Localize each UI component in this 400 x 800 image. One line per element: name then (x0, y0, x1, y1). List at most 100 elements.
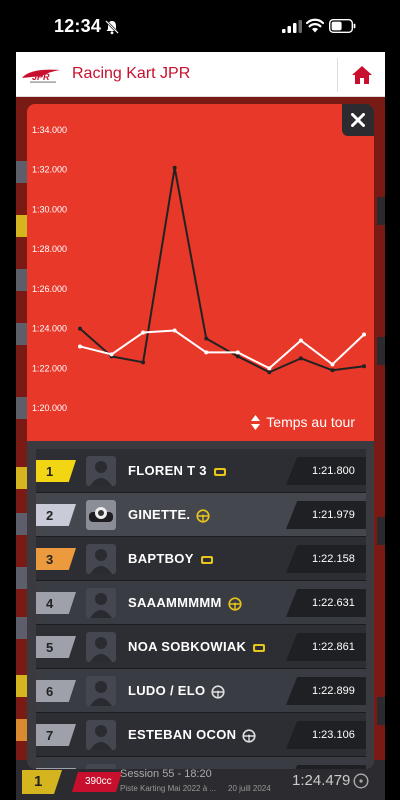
avatar-placeholder-icon (90, 725, 112, 750)
bg-row-edge (377, 517, 385, 545)
lap-time-chart: 1:34.000 1:32.000 1:30.000 1:28.000 1:26.000… (32, 125, 366, 413)
position-badge: 7 (36, 724, 76, 746)
status-bar: 12:34 (0, 0, 400, 52)
kart-icon (200, 555, 213, 564)
driver-name-text: ESTEBAN OCON (128, 727, 237, 742)
position-badge: 5 (36, 636, 76, 658)
session-date: 20 juill 2024 (228, 784, 271, 793)
session-position-badge: 1 (22, 770, 62, 794)
steering-wheel-icon (228, 596, 242, 611)
series-1-point (267, 370, 272, 375)
avatar (86, 720, 116, 750)
driver-name: GINETTE. (128, 507, 210, 523)
driver-name-text: NOA SOBKOWIAK (128, 639, 247, 654)
kart-icon (213, 467, 226, 476)
ranking-row[interactable]: 2 GINETTE. 1:21.979 (36, 493, 366, 536)
y-tick-label: 1:34.000 (32, 125, 67, 135)
home-button[interactable] (338, 52, 385, 97)
series-1-point (204, 336, 209, 341)
chart-metric-selector[interactable]: Temps au tour (251, 414, 355, 430)
lap-times-modal: 1:34.000 1:32.000 1:30.000 1:28.000 1:26.000… (27, 104, 374, 769)
info-icon[interactable] (353, 773, 369, 789)
y-tick-label: 1:26.000 (32, 284, 67, 294)
driver-name-text: SAAAMMMMM (128, 595, 222, 610)
session-track: Piste Karting Mai 2022 à ... (120, 784, 217, 793)
close-button[interactable] (342, 104, 374, 136)
svg-text:JPR: JPR (32, 72, 50, 82)
home-icon (351, 65, 372, 84)
driver-name: BAPTBOY (128, 551, 214, 567)
series-2-point (267, 366, 272, 371)
driver-name-text: LUDO / ELO (128, 683, 206, 698)
avatar-placeholder-icon (90, 461, 112, 486)
avatar (86, 500, 116, 530)
driver-name: LUDO / ELO (128, 683, 225, 699)
bg-row-edge (377, 337, 385, 365)
y-tick-label: 1:28.000 (32, 244, 67, 254)
ranking-row[interactable]: 8PATRICIA40€1:23.174 (36, 757, 366, 769)
bg-row-edge (377, 697, 385, 725)
position-badge: 8 (36, 768, 76, 769)
y-tick-label: 1:30.000 (32, 204, 67, 214)
series-line-2 (79, 329, 365, 370)
ranking-row[interactable]: 3 BAPTBOY 1:22.158 (36, 537, 366, 580)
best-lap-time: 1:21.800 (286, 457, 366, 485)
series-1-point (141, 360, 146, 365)
avatar (86, 676, 116, 706)
best-lap-time: 1:23.106 (286, 721, 366, 749)
battery-icon (329, 19, 356, 33)
lap-chart-panel: 1:34.000 1:32.000 1:30.000 1:28.000 1:26.000… (27, 104, 374, 441)
bg-row-edge (377, 197, 385, 225)
series-2-point (362, 332, 366, 337)
driver-name: NOA SOBKOWIAK (128, 639, 266, 655)
best-lap-time: 1:23.174 (286, 765, 366, 769)
avatar-placeholder-icon (90, 637, 112, 662)
wifi-icon (306, 18, 324, 33)
driver-name: ESTEBAN OCON (128, 727, 256, 743)
driver-name: FLOREN T 3 (128, 463, 227, 479)
avatar (86, 632, 116, 662)
ranking-list: 1 FLOREN T 3 1:21.800 2 GINETTE. 1:21.979 3 BAP… (36, 449, 366, 769)
jpr-logo[interactable]: JPR (20, 66, 66, 84)
bell-off-icon (105, 20, 119, 35)
best-lap-time: 1:21.979 (286, 501, 366, 529)
ranking-row[interactable]: 5 NOA SOBKOWIAK 1:22.861 (36, 625, 366, 668)
driver-name: SAAAMMMMM (128, 595, 242, 611)
signal-icon (282, 20, 302, 33)
best-lap-time: 1:22.861 (286, 633, 366, 661)
best-lap-time: 1:22.631 (286, 589, 366, 617)
series-1-point (330, 368, 335, 373)
ranking-row[interactable]: 6 LUDO / ELO 1:22.899 (36, 669, 366, 712)
avatar (86, 544, 116, 574)
y-tick-label: 1:20.000 (32, 403, 67, 413)
series-2-point (172, 328, 177, 333)
driver-name-text: GINETTE. (128, 507, 191, 522)
app-title: Racing Kart JPR (72, 65, 191, 82)
driver-name-text: FLOREN T 3 (128, 463, 207, 478)
app-header: JPR Racing Kart JPR (16, 52, 385, 97)
session-name: Session 55 - 18:20 (120, 768, 212, 780)
ranking-row[interactable]: 4 SAAAMMMMM 1:22.631 (36, 581, 366, 624)
status-time: 12:34 (54, 16, 102, 36)
position-badge: 3 (36, 548, 76, 570)
series-2-point (298, 338, 303, 343)
y-tick-label: 1:24.000 (32, 324, 67, 334)
series-1-point (298, 356, 303, 361)
avatar-placeholder-icon (86, 764, 116, 769)
series-2-point (330, 362, 335, 367)
position-badge: 1 (36, 460, 76, 482)
series-1-point (172, 165, 177, 170)
series-1-point (235, 354, 240, 359)
series-1-point (78, 326, 82, 331)
session-category-badge: 390cc (72, 772, 122, 792)
series-2-point (109, 352, 114, 357)
avatar-placeholder-icon (90, 593, 112, 618)
ranking-row[interactable]: 1 FLOREN T 3 1:21.800 (36, 449, 366, 492)
series-line-1 (79, 166, 365, 374)
ranking-row[interactable]: 7 ESTEBAN OCON 1:23.106 (36, 713, 366, 756)
avatar (86, 588, 116, 618)
kart-icon (253, 643, 266, 652)
driver-name-text: BAPTBOY (128, 551, 194, 566)
avatar-placeholder-icon (90, 681, 112, 706)
avatar (86, 456, 116, 486)
